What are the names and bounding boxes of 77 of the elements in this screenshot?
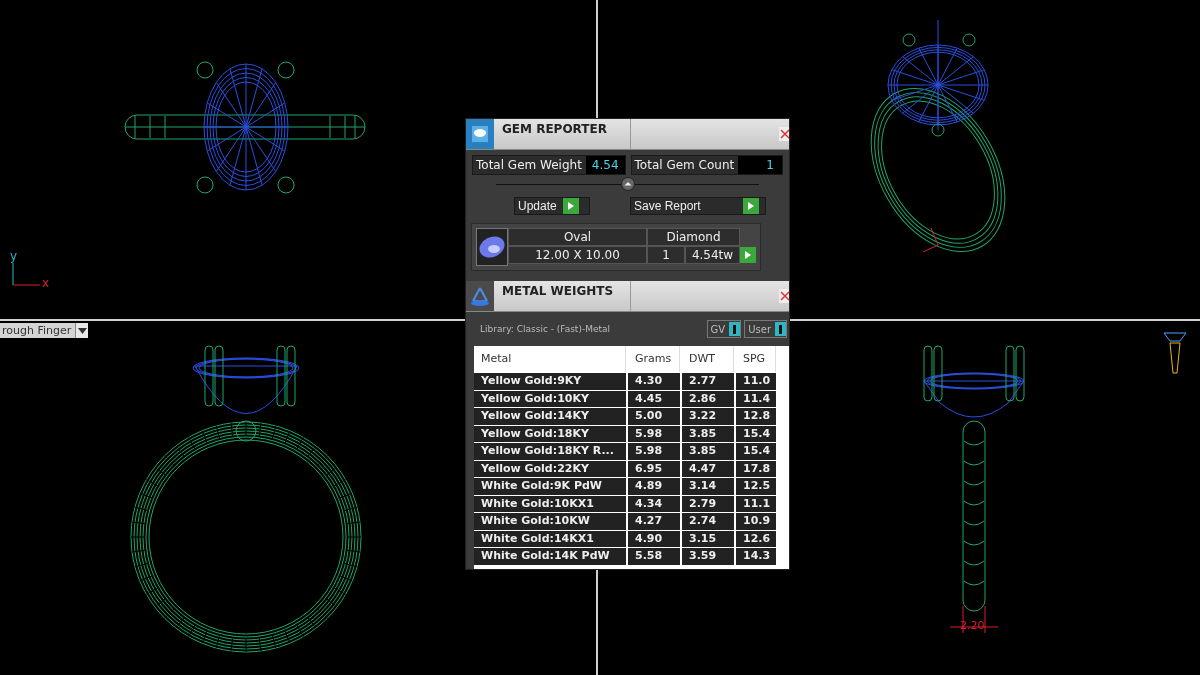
library-label: Library: Classic - (Fast)-Metal [480, 324, 611, 334]
table-cell: 4.45 [628, 390, 680, 407]
table-cell: 6.95 [628, 460, 680, 477]
table-cell: 12.6 [736, 530, 776, 547]
play-icon [747, 201, 755, 211]
table-cell: Yellow Gold:9KY [474, 373, 626, 390]
field-label: Total Gem Weight [476, 158, 582, 172]
table-cell: 3.85 [682, 425, 734, 442]
table-cell: 15.4 [736, 443, 776, 460]
action-button[interactable]: Save Report [630, 197, 766, 215]
table-cell: White Gold:10KX1 [474, 495, 626, 512]
play-icon [566, 201, 575, 211]
gem-reporter-icon [466, 119, 494, 149]
table-cell: Yellow Gold:10KY [474, 390, 626, 407]
axis-label: x [42, 276, 50, 290]
oval-gem-icon [476, 228, 508, 266]
field-value: 1 [738, 156, 782, 174]
table-cell: 4.89 [628, 478, 680, 495]
gem-shape: Oval [508, 228, 647, 246]
table-cell: 17.8 [736, 460, 776, 477]
table-cell: 5.98 [628, 443, 680, 460]
table-cell: 12.5 [736, 478, 776, 495]
table-cell: 5.58 [628, 548, 680, 565]
action-button[interactable]: Update [514, 197, 590, 215]
table-cell: 5.00 [628, 408, 680, 425]
table-cell: Yellow Gold:18KY [474, 425, 626, 442]
table-cell: 10.9 [736, 513, 776, 530]
table-cell: 2.79 [682, 495, 734, 512]
table-cell: 3.15 [682, 530, 734, 547]
table-cell: 3.85 [682, 443, 734, 460]
table-cell: 11.4 [736, 390, 776, 407]
table-cell: 11.0 [736, 373, 776, 390]
table-cell: 4.90 [628, 530, 680, 547]
collapse-handle-icon[interactable] [620, 177, 635, 191]
field-label: Total Gem Count [634, 158, 735, 172]
gem-count: 1 [647, 246, 685, 264]
table-cell: 4.34 [628, 495, 680, 512]
table-cell: 2.74 [682, 513, 734, 530]
table-cell: Yellow Gold:18KY R... [474, 443, 626, 460]
axis-icon [12, 262, 41, 286]
table-cell: 4.30 [628, 373, 680, 390]
play-icon [744, 250, 752, 260]
table-cell: Yellow Gold:14KY [474, 408, 626, 425]
gem-size: 12.00 X 10.00 [508, 246, 647, 264]
table-cell: 11.1 [736, 495, 776, 512]
table-cell: 3.22 [682, 408, 734, 425]
table-cell: 4.27 [628, 513, 680, 530]
close-icon[interactable] [779, 127, 789, 141]
caret-icon [77, 327, 87, 334]
gem-type: Diamond [647, 228, 740, 246]
panel-title: GEM REPORTER [494, 119, 631, 149]
gem-weight: 4.54tw [685, 246, 740, 264]
table-cell: 3.14 [682, 478, 734, 495]
table-cell: White Gold:14K PdW [474, 548, 626, 565]
table-cell: White Gold:10KW [474, 513, 626, 530]
table-cell: 3.59 [682, 548, 734, 565]
table-cell: Yellow Gold:22KY [474, 460, 626, 477]
table-cell: 15.4 [736, 425, 776, 442]
table-cell: 12.8 [736, 408, 776, 425]
table-cell: 4.47 [682, 460, 734, 477]
panel-title: METAL WEIGHTS [494, 281, 631, 311]
dimension-label: 2.20 [960, 619, 985, 632]
axis-label: y [10, 249, 18, 263]
table-cell: 2.77 [682, 373, 734, 390]
dimension-line-drawing [949, 605, 999, 634]
table-cell: 2.86 [682, 390, 734, 407]
table-cell: 5.98 [628, 425, 680, 442]
table-cell: White Gold:14KX1 [474, 530, 626, 547]
table-cell: White Gold:9K PdW [474, 478, 626, 495]
close-icon[interactable] [779, 289, 789, 303]
toggle-switch[interactable]: User [744, 320, 787, 338]
table-cell: 14.3 [736, 548, 776, 565]
play-button[interactable] [740, 247, 756, 263]
pendant-icon [1163, 332, 1187, 374]
toggle-switch[interactable]: GV [706, 320, 742, 338]
view-dropdown[interactable]: rough Finger [0, 323, 89, 338]
field-value: 4.54 [585, 156, 625, 174]
